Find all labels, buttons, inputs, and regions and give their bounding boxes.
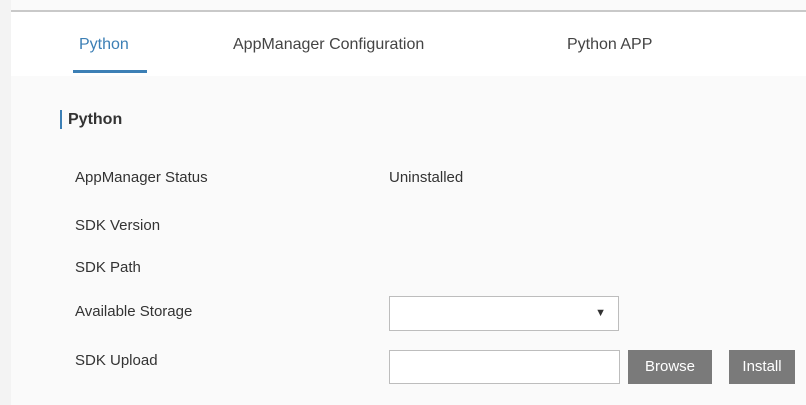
appmanager-status-value: Uninstalled: [389, 169, 464, 186]
tab-appmanager-configuration[interactable]: AppManager Configuration: [233, 36, 424, 54]
browse-button[interactable]: Browse: [628, 350, 712, 384]
active-tab-indicator: [73, 70, 147, 73]
sdk-upload-file-input[interactable]: [389, 350, 620, 384]
available-storage-select[interactable]: ▼: [389, 296, 619, 331]
sdk-path-label: SDK Path: [75, 259, 141, 276]
section-accent-bar: [60, 110, 62, 129]
tab-bar: Python AppManager Configuration Python A…: [11, 12, 806, 76]
tab-python-app[interactable]: Python APP: [567, 36, 652, 54]
section-title: Python: [68, 111, 123, 128]
dropdown-triangle-icon: ▼: [595, 307, 606, 319]
install-button[interactable]: Install: [729, 350, 795, 384]
tab-python[interactable]: Python: [79, 36, 129, 54]
appmanager-status-label: AppManager Status: [75, 169, 208, 186]
sdk-upload-label: SDK Upload: [75, 352, 158, 369]
available-storage-label: Available Storage: [75, 303, 193, 320]
sdk-version-label: SDK Version: [75, 217, 161, 234]
